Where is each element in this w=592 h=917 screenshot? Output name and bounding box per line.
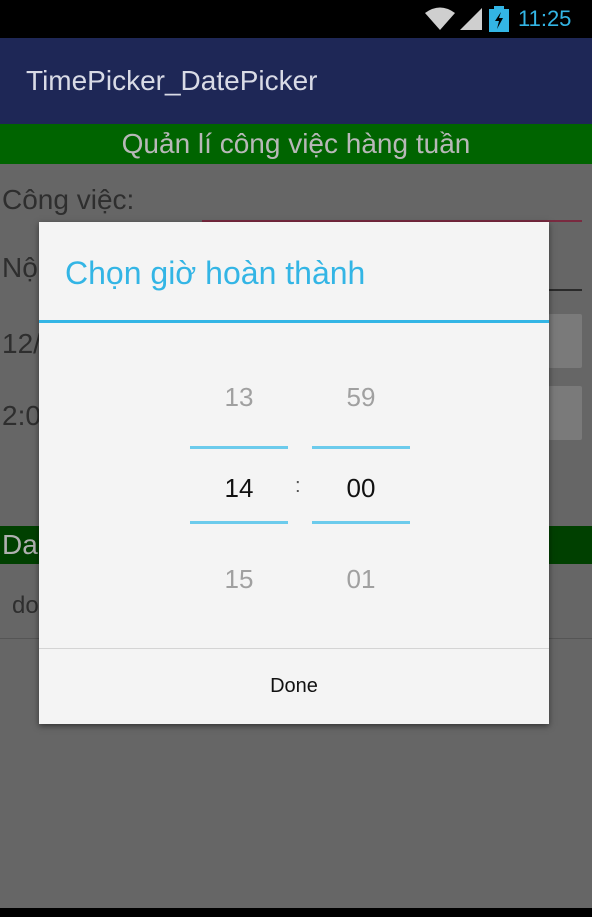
- time-value: 2:0: [2, 400, 41, 431]
- section-header-text: Quản lí công việc hàng tuần: [121, 128, 471, 159]
- section-header: Quản lí công việc hàng tuần: [0, 124, 592, 164]
- minute-next[interactable]: 01: [312, 564, 410, 594]
- time-picker-dialog: Chọn giờ hoàn thành 13 14 15 : 59 00 01 …: [39, 222, 549, 724]
- hour-current[interactable]: 14: [190, 473, 288, 503]
- list-header-text: Da: [2, 529, 38, 560]
- status-bar: 11:25: [0, 0, 592, 38]
- hour-next[interactable]: 15: [190, 564, 288, 594]
- hour-prev[interactable]: 13: [190, 382, 288, 412]
- content-input[interactable]: [548, 289, 582, 291]
- hour-selection-line-bottom: [190, 521, 288, 524]
- time-separator: :: [295, 475, 301, 497]
- minute-selection-line-top: [312, 446, 410, 449]
- minute-current[interactable]: 00: [312, 473, 410, 503]
- title-divider: [39, 320, 549, 323]
- minute-selection-line-bottom: [312, 521, 410, 524]
- battery-charging-icon: [489, 6, 509, 32]
- dialog-title: Chọn giờ hoàn thành: [65, 255, 366, 291]
- minute-prev[interactable]: 59: [312, 382, 410, 412]
- list-item[interactable]: do: [12, 592, 39, 620]
- pick-time-button[interactable]: [548, 386, 582, 440]
- hour-selection-line-top: [190, 446, 288, 449]
- status-time: 11:25: [518, 6, 572, 31]
- date-value: 12/: [2, 328, 41, 359]
- nav-bar: [0, 908, 592, 917]
- done-button[interactable]: Done: [39, 649, 549, 724]
- wifi-icon: [425, 7, 455, 30]
- action-bar: TimePicker_DatePicker: [0, 38, 592, 124]
- pick-date-button[interactable]: [548, 314, 582, 368]
- signal-icon: [460, 8, 482, 30]
- task-label: Công việc:: [2, 184, 135, 215]
- content-label: Nộ: [2, 252, 38, 283]
- app-title: TimePicker_DatePicker: [26, 65, 318, 96]
